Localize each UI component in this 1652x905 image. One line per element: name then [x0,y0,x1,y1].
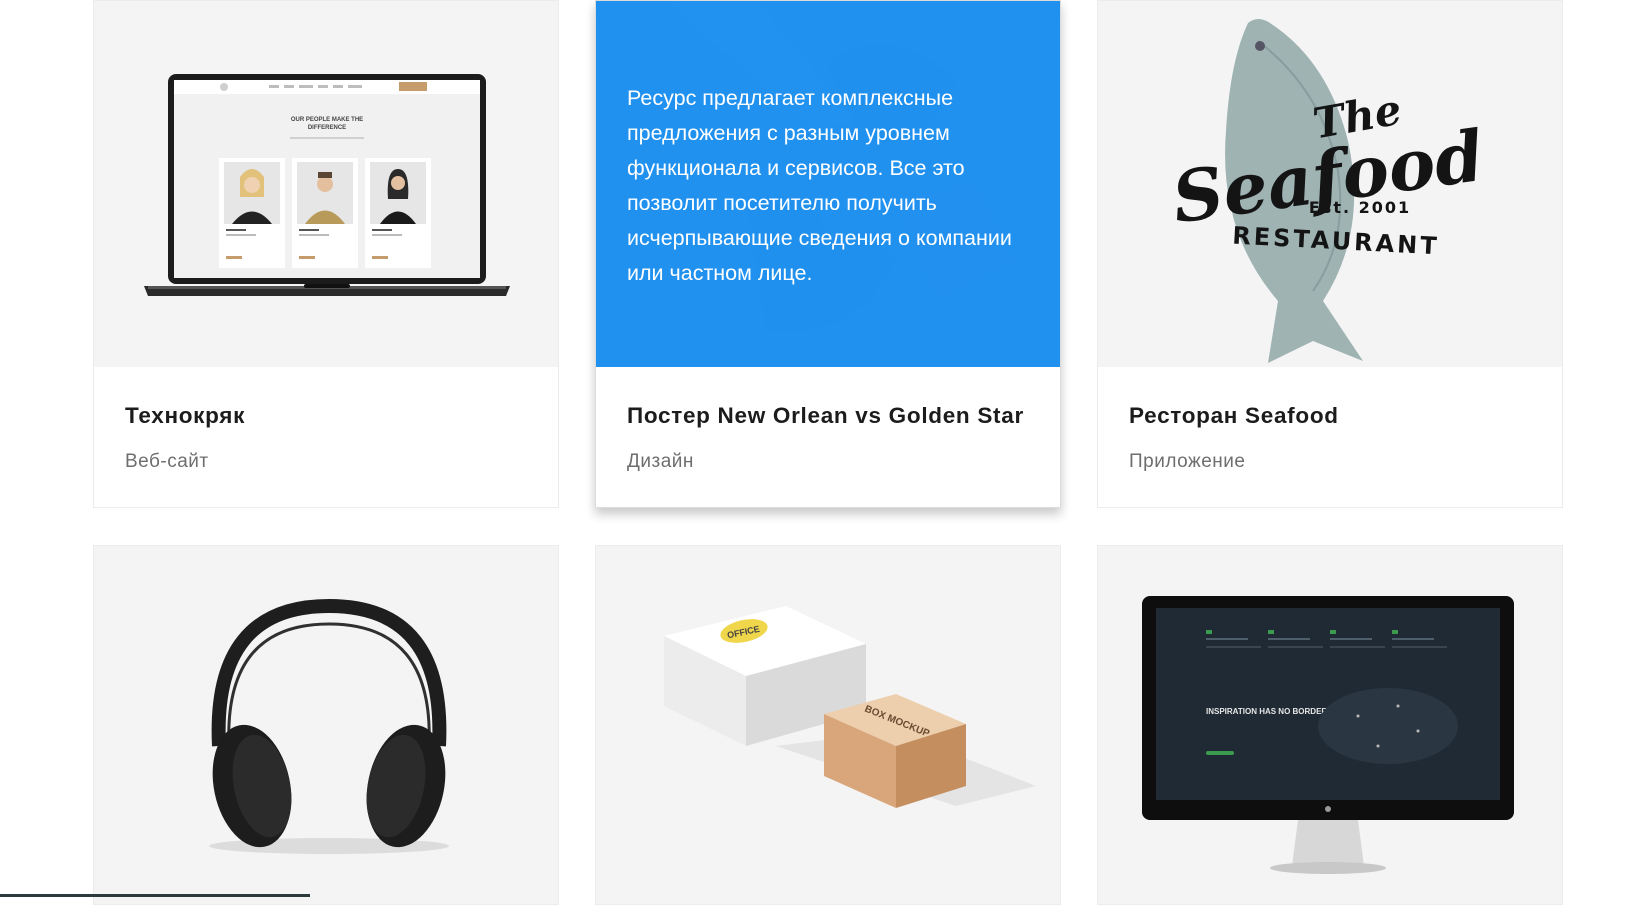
card-title: Постер New Orlean vs Golden Star [627,403,1024,428]
portfolio-card-seafood[interactable]: The Seafood Est. 2001 RESTAURANT Рестора… [1097,0,1563,508]
headphones-image [94,546,558,904]
card-category: Веб-сайт [125,451,209,472]
svg-text:OUR PEOPLE MAKE THE: OUR PEOPLE MAKE THE [291,117,363,123]
card-title: Ресторан Seafood [1129,403,1339,428]
monitor-mockup-image: INSPIRATION HAS NO BORDERS [1098,546,1562,904]
portfolio-card-box[interactable]: OFFICE BOX MOCKUP [595,545,1061,905]
card-category: Дизайн [627,451,694,472]
hover-description-overlay: Ресурс предлагает комплексные предложени… [596,1,1060,367]
portfolio-card-poster[interactable]: Ресурс предлагает комплексные предложени… [595,0,1061,508]
poster-art-image: Ресурс предлагает комплексные предложени… [596,1,1060,367]
portfolio-card-headphones[interactable] [93,545,559,905]
card-category: Приложение [1129,451,1246,472]
overlay-description: Ресурс предлагает комплексные предложени… [627,86,1012,285]
portfolio-card-monitor[interactable]: INSPIRATION HAS NO BORDERS [1097,545,1563,905]
monitor-heading-text: INSPIRATION HAS NO BORDERS [1206,707,1333,716]
svg-text:DIFFERENCE: DIFFERENCE [308,125,346,131]
laptop-mockup-image: OUR PEOPLE MAKE THE DIFFERENCE [94,1,558,367]
seafood-logo-image: The Seafood Est. 2001 RESTAURANT [1098,1,1562,367]
seafood-est-text: Est. 2001 [1309,198,1411,217]
box-mockup-image: OFFICE BOX MOCKUP [596,546,1060,904]
portfolio-card-technokryak[interactable]: OUR PEOPLE MAKE THE DIFFERENCE Технокряк… [93,0,559,508]
card-title: Технокряк [125,403,246,428]
